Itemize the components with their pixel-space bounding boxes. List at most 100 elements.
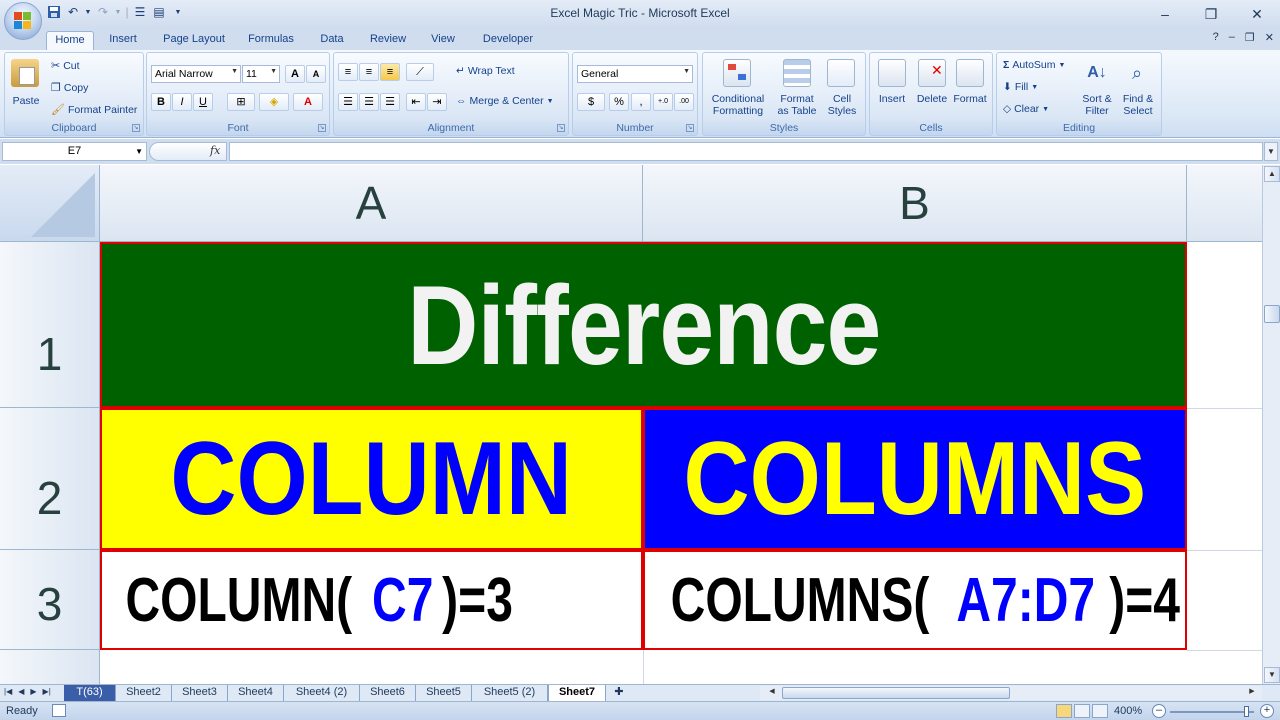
increase-indent-icon[interactable]: ⇥ xyxy=(427,93,447,111)
underline-button[interactable]: U xyxy=(193,93,213,111)
alignment-launcher-icon[interactable]: ↘ xyxy=(557,124,565,132)
tab-insert[interactable]: Insert xyxy=(100,31,146,50)
scroll-up-icon[interactable]: ▲ xyxy=(1264,166,1280,182)
increase-decimal-button[interactable]: +.0 xyxy=(653,93,673,111)
page-layout-view-icon[interactable] xyxy=(1074,704,1090,718)
page-break-view-icon[interactable] xyxy=(1092,704,1108,718)
copy-button[interactable]: ❐ Copy xyxy=(51,81,88,95)
zoom-slider-thumb[interactable] xyxy=(1244,706,1249,717)
orientation-icon[interactable]: ⟋ xyxy=(406,63,434,81)
tab-page-layout[interactable]: Page Layout xyxy=(156,31,232,50)
last-sheet-icon[interactable]: ▶| xyxy=(43,687,51,696)
zoom-in-icon[interactable]: + xyxy=(1260,704,1274,718)
percent-button[interactable]: % xyxy=(609,93,629,111)
insert-cells-icon[interactable] xyxy=(878,59,906,87)
ribbon-close-icon[interactable]: ✕ xyxy=(1265,31,1274,44)
align-center-icon[interactable]: ☰ xyxy=(359,93,379,111)
select-all-button[interactable] xyxy=(0,165,100,242)
align-left-icon[interactable]: ☰ xyxy=(338,93,358,111)
align-middle-icon[interactable]: ≡ xyxy=(359,63,379,81)
cell-b3[interactable]: COLUMNS(A7:D7)=4 xyxy=(643,550,1187,650)
tab-review[interactable]: Review xyxy=(362,31,414,50)
italic-button[interactable]: I xyxy=(172,93,192,111)
format-cells-button[interactable]: Format xyxy=(950,93,990,105)
merge-center-button[interactable]: ⇔ Merge & Center ▼ xyxy=(456,95,554,107)
expand-formula-bar-icon[interactable]: ▼ xyxy=(1264,142,1278,161)
decrease-decimal-button[interactable]: .00 xyxy=(674,93,694,111)
tab-formulas[interactable]: Formulas xyxy=(242,31,300,50)
sort-filter-button[interactable]: Sort & Filter xyxy=(1077,93,1117,117)
sheet-tab-sheet6[interactable]: Sheet6 xyxy=(360,685,416,701)
binoculars-icon[interactable]: ⌕ xyxy=(1123,59,1151,87)
prev-sheet-icon[interactable]: ◀ xyxy=(18,687,24,696)
column-header-b[interactable]: B xyxy=(643,165,1187,242)
shrink-font-button[interactable]: A xyxy=(306,65,326,83)
font-launcher-icon[interactable]: ↘ xyxy=(318,124,326,132)
sheet-tab-sheet3[interactable]: Sheet3 xyxy=(172,685,228,701)
conditional-formatting-button[interactable]: Conditional Formatting xyxy=(705,93,771,117)
clipboard-launcher-icon[interactable]: ↘ xyxy=(132,124,140,132)
vertical-scroll-thumb[interactable] xyxy=(1264,305,1280,323)
cell-styles-icon[interactable] xyxy=(827,59,855,87)
number-launcher-icon[interactable]: ↘ xyxy=(686,124,694,132)
sort-filter-icon[interactable]: A↓ xyxy=(1083,59,1111,87)
row-header-2[interactable]: 2 xyxy=(0,408,100,550)
borders-icon[interactable]: ⊞ xyxy=(227,93,255,111)
paste-button[interactable]: Paste xyxy=(7,95,45,107)
decrease-indent-icon[interactable]: ⇤ xyxy=(406,93,426,111)
sheet-tab-t63[interactable]: T(63) xyxy=(64,685,116,701)
format-cells-icon[interactable] xyxy=(956,59,984,87)
font-size-select[interactable]: 11 ▼ xyxy=(242,65,280,83)
restore-button[interactable]: ❐ xyxy=(1188,0,1234,28)
minimize-button[interactable]: – xyxy=(1142,0,1188,28)
currency-icon[interactable]: $ xyxy=(577,93,605,111)
fill-button[interactable]: ⬇ Fill ▼ xyxy=(1003,81,1038,93)
sheet-tab-sheet7[interactable]: Sheet7 xyxy=(548,685,606,701)
formula-input[interactable] xyxy=(229,142,1263,161)
sheet-tab-sheet5-2[interactable]: Sheet5 (2) xyxy=(472,685,548,701)
cut-button[interactable]: ✂ Cut xyxy=(51,59,80,73)
align-right-icon[interactable]: ☰ xyxy=(380,93,400,111)
bold-button[interactable]: B xyxy=(151,93,171,111)
align-top-icon[interactable]: ≡ xyxy=(338,63,358,81)
tab-developer[interactable]: Developer xyxy=(476,31,540,50)
insert-sheet-icon[interactable]: ✚ xyxy=(606,685,632,701)
delete-cells-button[interactable]: Delete xyxy=(912,93,952,105)
row-header-1[interactable]: 1 xyxy=(0,242,100,408)
delete-cells-icon[interactable]: ✕ xyxy=(918,59,946,87)
help-icon[interactable]: ? xyxy=(1213,31,1219,44)
find-select-button[interactable]: Find & Select xyxy=(1117,93,1159,117)
comma-button[interactable]: , xyxy=(631,93,651,111)
ribbon-minimize-icon[interactable]: – xyxy=(1229,31,1235,44)
scroll-left-icon[interactable]: ◀ xyxy=(766,687,778,699)
font-name-select[interactable]: Arial Narrow ▼ xyxy=(151,65,241,83)
tab-data[interactable]: Data xyxy=(312,31,352,50)
cell-a2[interactable]: COLUMN xyxy=(100,408,643,550)
zoom-level[interactable]: 400% xyxy=(1114,705,1142,717)
normal-view-icon[interactable] xyxy=(1056,704,1072,718)
tab-home[interactable]: Home xyxy=(46,31,94,50)
column-header-c[interactable] xyxy=(1187,165,1262,242)
zoom-out-icon[interactable]: – xyxy=(1152,704,1166,718)
first-sheet-icon[interactable]: |◀ xyxy=(4,687,12,696)
next-sheet-icon[interactable]: ▶ xyxy=(30,687,36,696)
horizontal-scroll-thumb[interactable] xyxy=(782,687,1010,699)
format-as-table-icon[interactable] xyxy=(783,59,811,87)
cell-a1-title[interactable]: Difference xyxy=(100,242,1187,408)
conditional-formatting-icon[interactable] xyxy=(723,59,751,87)
cell-styles-button[interactable]: Cell Styles xyxy=(821,93,863,117)
row-header-3[interactable]: 3 xyxy=(0,550,100,650)
insert-function-button[interactable]: fx xyxy=(210,144,220,157)
align-bottom-icon[interactable]: ≡ xyxy=(380,63,400,81)
sheet-tab-sheet4-2[interactable]: Sheet4 (2) xyxy=(284,685,360,701)
format-painter-button[interactable]: 🖌 Format Painter xyxy=(51,103,137,117)
zoom-slider[interactable] xyxy=(1170,711,1254,713)
scroll-right-icon[interactable]: ▶ xyxy=(1246,687,1258,699)
vertical-scrollbar[interactable]: ▲ ▼ xyxy=(1262,165,1280,684)
name-box[interactable]: E7 ▼ xyxy=(2,142,147,161)
office-button[interactable] xyxy=(4,2,42,40)
insert-cells-button[interactable]: Insert xyxy=(872,93,912,105)
grow-font-button[interactable]: A xyxy=(285,65,305,83)
tab-view[interactable]: View xyxy=(422,31,464,50)
macro-record-icon[interactable] xyxy=(52,704,66,717)
